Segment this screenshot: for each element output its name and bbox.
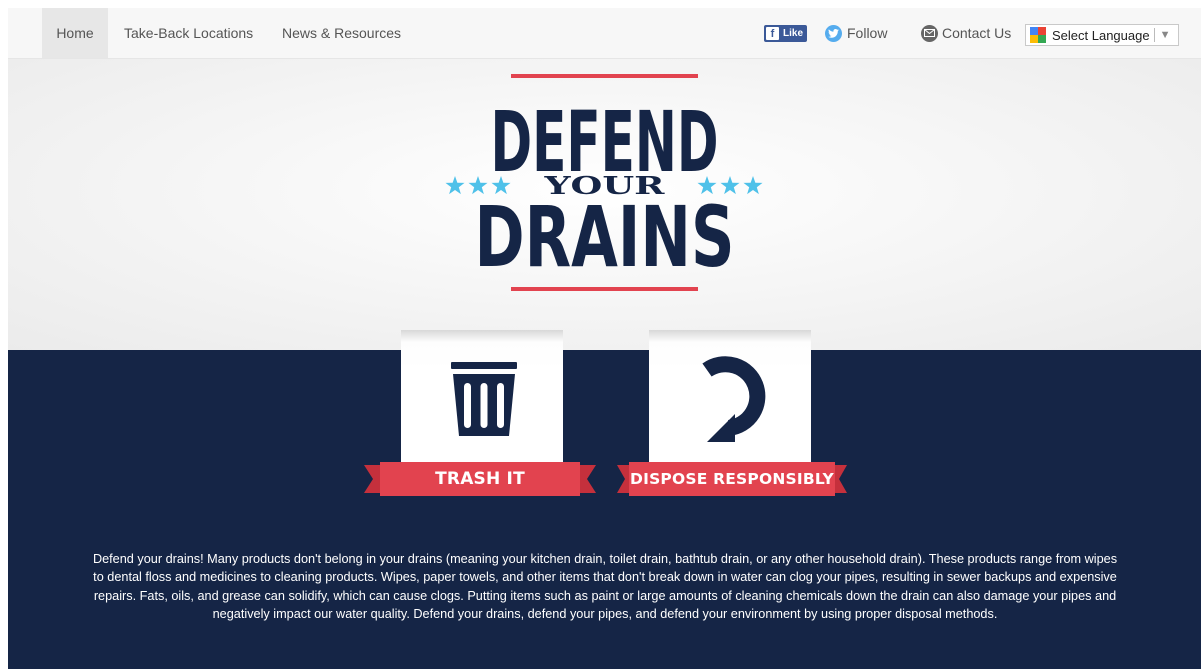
twitter-follow-label: Follow [847, 25, 888, 41]
facebook-like-label: Like [783, 28, 804, 39]
description-paragraph: Defend your drains! Many products don't … [92, 551, 1118, 621]
dispose-responsibly-label: DISPOSE RESPONSIBLY [630, 470, 834, 488]
hero-banner: DEFEND YOUR DRAINS [8, 59, 1201, 350]
google-translate-icon [1030, 27, 1046, 43]
dispose-responsibly-card[interactable] [649, 330, 811, 463]
top-navbar: Home Take-Back Locations News & Resource… [8, 8, 1201, 59]
facebook-like-button[interactable]: f Like [764, 25, 808, 42]
language-select-label: Select Language [1052, 27, 1150, 43]
twitter-follow-link[interactable]: Follow [825, 22, 887, 44]
logo-top-rule [511, 74, 698, 78]
logo-bottom-rule [511, 287, 698, 291]
trash-can-icon [451, 362, 517, 436]
dispose-responsibly-ribbon-button[interactable]: DISPOSE RESPONSIBLY [617, 462, 847, 496]
logo-line-drains: DRAINS [475, 188, 735, 286]
circular-arrow-icon [702, 356, 766, 442]
envelope-icon [921, 24, 938, 42]
trash-it-card[interactable] [401, 330, 563, 463]
nav-home[interactable]: Home [42, 8, 108, 58]
language-select-divider [1153, 28, 1155, 42]
nav-news-resources[interactable]: News & Resources [282, 8, 401, 58]
language-select[interactable]: Select Language ▼ [1025, 24, 1179, 46]
star-icon [445, 176, 465, 195]
contact-us-link[interactable]: Contact Us [921, 22, 1011, 44]
twitter-icon [825, 24, 842, 42]
trash-it-ribbon-button[interactable]: TRASH IT [364, 462, 596, 496]
facebook-icon: f [766, 27, 779, 40]
chevron-down-icon: ▼ [1159, 29, 1171, 41]
contact-us-label: Contact Us [942, 25, 1012, 41]
star-icon [743, 176, 763, 195]
nav-take-back-locations[interactable]: Take-Back Locations [124, 8, 253, 58]
trash-it-label: TRASH IT [435, 469, 525, 489]
defend-your-drains-logo: DEFEND YOUR DRAINS [445, 74, 763, 291]
